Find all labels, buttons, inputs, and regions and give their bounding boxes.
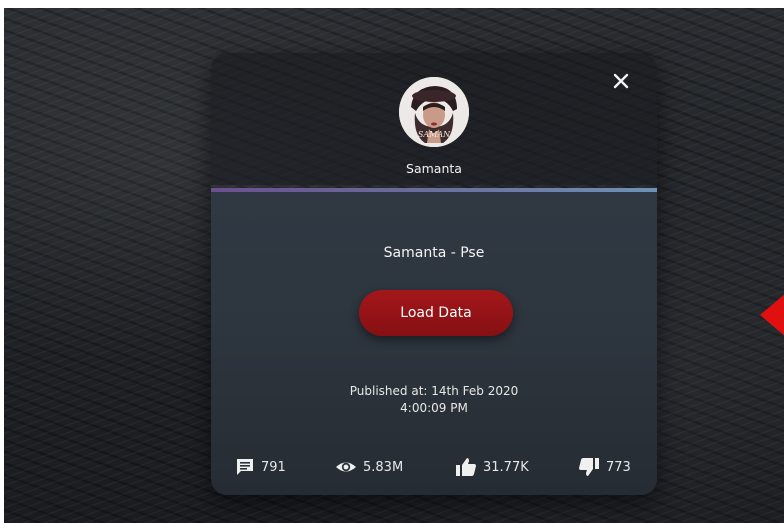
video-title: Samanta - Pse [383, 245, 485, 261]
svg-text:SAMAN: SAMAN [418, 130, 451, 139]
views-stat: 5.83M [335, 456, 403, 478]
likes-count: 31.77K [483, 459, 529, 475]
published-date-line: Published at: 14th Feb 2020 [349, 384, 519, 398]
comments-count: 791 [261, 459, 286, 475]
background: SAMAN Samanta Samanta - Pse Load Data Pu… [4, 8, 784, 523]
dislikes-count: 773 [606, 459, 631, 475]
comments-stat: 791 [235, 456, 286, 478]
comment-icon [237, 459, 253, 475]
close-button[interactable] [607, 67, 635, 95]
thumbs-down-icon [579, 458, 599, 476]
views-count: 5.83M [363, 459, 404, 475]
published-time-line: 4:00:09 PM [400, 401, 468, 415]
card-header: SAMAN Samanta [211, 53, 657, 185]
card-body: Samanta - Pse Load Data Published at: 14… [211, 192, 657, 495]
video-card: SAMAN Samanta Samanta - Pse Load Data Pu… [211, 53, 657, 495]
eye-icon [336, 462, 356, 472]
dislikes-stat[interactable]: 773 [578, 456, 631, 478]
username: Samanta [406, 161, 462, 176]
red-arrow-marker [760, 293, 784, 337]
close-icon [613, 73, 629, 89]
load-data-button[interactable]: Load Data [359, 290, 513, 336]
thumbs-up-icon [456, 458, 476, 476]
avatar: SAMAN [399, 77, 469, 147]
stats-bar: 791 5.83M 31.77K 773 [235, 456, 641, 478]
likes-stat[interactable]: 31.77K [455, 456, 529, 478]
published-date: Published at: 14th Feb 2020 4:00:09 PM [211, 383, 657, 417]
